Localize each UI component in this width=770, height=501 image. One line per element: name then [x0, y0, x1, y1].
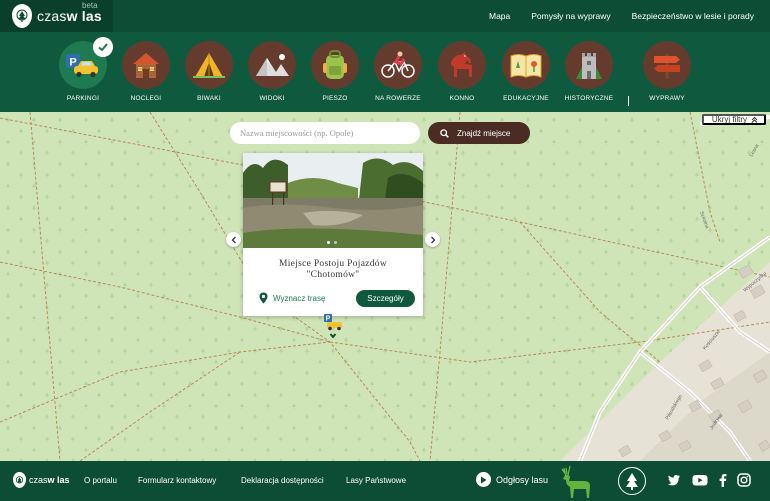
- hide-filters-label: Ukryj filtry: [711, 115, 747, 124]
- instagram-icon[interactable]: [737, 473, 751, 487]
- footer-logo[interactable]: czasw las: [13, 472, 70, 488]
- category-label: WIDOKI: [259, 95, 285, 102]
- cabin-icon: [133, 53, 159, 78]
- category-filter-bar: P PARKINGI NOCLEGI BIWAKI WIDOKI PIESZO …: [0, 32, 770, 112]
- castle-icon: [576, 53, 602, 79]
- category-label: PARKINGI: [66, 95, 100, 102]
- twitter-icon[interactable]: [667, 473, 681, 487]
- footer-link-about[interactable]: O portalu: [84, 476, 117, 485]
- signpost-icon: [654, 54, 680, 79]
- category-trips[interactable]: WYPRAWY: [635, 41, 699, 102]
- category-label: KONNO: [449, 95, 475, 102]
- place-popup: Miejsce Postoju Pojazdów "Chotomów" Wyzn…: [243, 153, 423, 316]
- category-circle: [565, 41, 613, 89]
- next-photo-button[interactable]: [425, 232, 440, 247]
- category-label: WYPRAWY: [649, 95, 685, 102]
- state-forests-logo[interactable]: [618, 467, 646, 495]
- hide-filters-button[interactable]: Ukryj filtry: [701, 114, 766, 125]
- brand-logo[interactable]: czasw las beta: [0, 0, 113, 32]
- horse-icon: [450, 52, 472, 77]
- cyclist-icon: [381, 51, 415, 78]
- play-icon[interactable]: [476, 472, 491, 487]
- mountain-view-icon: [256, 54, 289, 76]
- category-views[interactable]: WIDOKI: [240, 41, 304, 102]
- chevron-right-icon: [430, 236, 435, 243]
- category-circle: [311, 41, 359, 89]
- category-circle: [643, 41, 691, 89]
- forest-emblem-icon: [13, 472, 26, 488]
- get-directions-link[interactable]: Wyznacz trasę: [259, 292, 325, 304]
- category-circle: [248, 41, 296, 89]
- deer-icon: [561, 465, 590, 498]
- category-historical[interactable]: HISTORYCZNE: [557, 41, 621, 102]
- main-nav: Mapa Pomysły na wyprawy Bezpieczeństwo w…: [489, 0, 754, 32]
- category-parking[interactable]: P PARKINGI: [51, 37, 115, 102]
- youtube-icon[interactable]: [692, 473, 708, 487]
- nav-link-safety[interactable]: Bezpieczeństwo w lesie i porady: [632, 11, 754, 21]
- category-label: NA ROWERZE: [375, 95, 421, 102]
- category-circle: P: [59, 37, 113, 89]
- category-label: PIESZO: [322, 95, 348, 102]
- category-horse[interactable]: KONNO: [430, 41, 494, 102]
- facebook-icon[interactable]: [719, 473, 727, 487]
- place-photo[interactable]: [243, 153, 423, 248]
- search-icon: [440, 128, 449, 138]
- nav-link-map[interactable]: Mapa: [489, 11, 510, 21]
- map-pin-icon: [259, 292, 268, 304]
- top-navigation: czasw las beta Mapa Pomysły na wyprawy B…: [0, 0, 770, 32]
- location-search-input[interactable]: [230, 122, 420, 144]
- footer-link-state-forests[interactable]: Lasy Państwowe: [346, 476, 406, 485]
- chevron-up-icon: [751, 116, 758, 123]
- category-circle: [438, 41, 486, 89]
- footer-link-contact-form[interactable]: Formularz kontaktowy: [138, 476, 216, 485]
- carousel-dots: [327, 241, 337, 244]
- brand-name: czasw las: [37, 8, 102, 24]
- nav-link-trip-ideas[interactable]: Pomysły na wyprawy: [531, 11, 610, 21]
- get-directions-label: Wyznacz trasę: [273, 293, 326, 303]
- category-bike[interactable]: NA ROWERZE: [366, 41, 430, 102]
- category-label: NOCLEGI: [130, 95, 162, 102]
- category-label: EDUKACYJNE: [503, 95, 549, 102]
- place-title: Miejsce Postoju Pojazdów "Chotomów": [279, 259, 387, 280]
- forest-sounds-label: Odgłosy lasu: [496, 474, 549, 485]
- carousel-dot[interactable]: [327, 241, 330, 244]
- category-circle: [122, 41, 170, 89]
- footer-brand-name: czasw las: [29, 475, 70, 485]
- prev-photo-button[interactable]: [226, 232, 241, 247]
- category-hiking[interactable]: PIESZO: [303, 41, 367, 102]
- category-educational[interactable]: EDUKACYJNE: [494, 41, 558, 102]
- category-circle: [502, 41, 550, 89]
- backpack-icon: [323, 50, 347, 79]
- forest-emblem-icon: [12, 4, 32, 28]
- category-circle: [374, 41, 422, 89]
- footer-link-accessibility[interactable]: Deklaracja dostępności: [241, 476, 324, 485]
- chevron-left-icon: [231, 236, 236, 243]
- tent-icon: [193, 53, 225, 78]
- category-label: HISTORYCZNE: [564, 95, 614, 102]
- svg-text:P: P: [326, 316, 331, 323]
- carousel-dot[interactable]: [334, 241, 337, 244]
- beta-badge: beta: [82, 1, 98, 10]
- find-place-button[interactable]: Znajdź miejsce: [428, 122, 530, 144]
- details-button[interactable]: Szczegóły: [356, 290, 415, 307]
- footer: czasw las O portalu Formularz kontaktowy…: [0, 461, 770, 501]
- category-camping[interactable]: BIWAKI: [177, 41, 241, 102]
- category-divider: [628, 96, 629, 106]
- find-place-label: Znajdź miejsce: [457, 128, 511, 138]
- forest-sounds-player[interactable]: Odgłosy lasu: [476, 472, 548, 487]
- category-label: BIWAKI: [197, 95, 221, 102]
- category-accommodation[interactable]: NOCLEGI: [114, 41, 178, 102]
- book-icon: [510, 54, 542, 78]
- category-circle: [185, 41, 233, 89]
- parking-marker-icon: P: [324, 314, 342, 339]
- selected-check-icon: [93, 37, 113, 57]
- parking-map-marker[interactable]: P: [322, 312, 344, 342]
